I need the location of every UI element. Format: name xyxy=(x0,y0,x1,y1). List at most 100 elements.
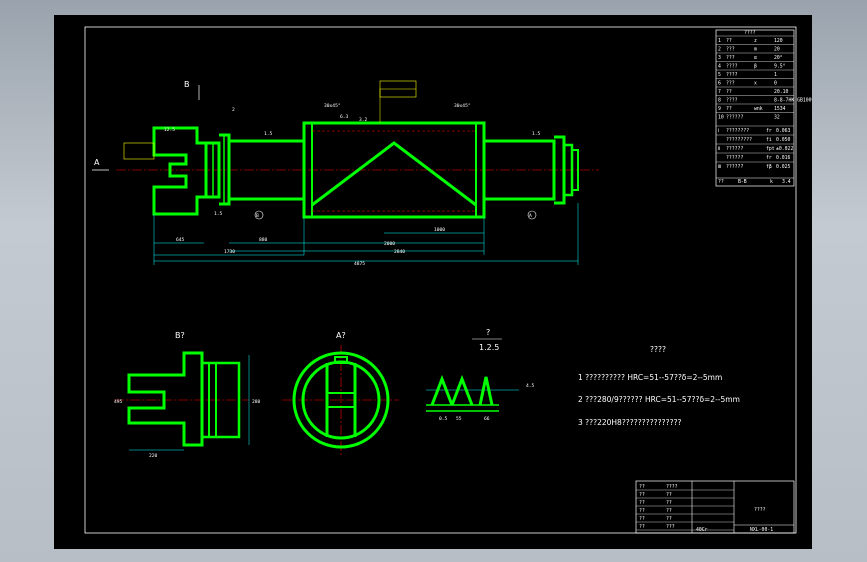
roughness-125: 12.5 xyxy=(164,127,175,133)
title-block-cell: ?? xyxy=(666,508,672,514)
title-block-cell: ??? xyxy=(666,524,675,530)
title-block-cell: ?? xyxy=(639,492,645,498)
title-block-cell: ?? xyxy=(666,516,672,522)
gear-parameter-table: ???? 1?? z 120 2??? m 20 3??? α 20° 4???? β 9.5° 5??… xyxy=(715,29,812,187)
tolerance-cell: Ⅲ xyxy=(718,164,721,170)
roughness-15c: 1.5 xyxy=(214,211,223,217)
tolerance-cell: ???????? xyxy=(726,128,749,134)
title-block-cell: ?? xyxy=(639,508,645,514)
roughness-15a: 1.5 xyxy=(264,131,273,137)
part-name: ???? xyxy=(754,507,766,513)
param-cell: ???? xyxy=(726,72,738,78)
tolerance-cell: ?????? xyxy=(726,164,743,170)
param-cell: 9.5° xyxy=(774,64,786,70)
param-cell: 20.10 xyxy=(774,89,789,95)
dim-2840: 2840 xyxy=(394,249,405,255)
param-cell: 8 xyxy=(718,98,721,104)
tolerance-cell: fr xyxy=(766,128,772,134)
tolerance-cell: ±0.022 xyxy=(776,146,793,152)
param-cell: ?? xyxy=(726,89,732,95)
dim-d2: 55 xyxy=(456,416,462,422)
param-cell: ??? xyxy=(726,47,735,53)
tolerance-cell: fr xyxy=(766,155,772,161)
tolerance-cell: Ⅰ xyxy=(718,128,719,134)
tolerance-cell: ????????? xyxy=(726,137,752,143)
params-foot-3: k xyxy=(770,179,773,185)
title-block-cell: ?? xyxy=(639,500,645,506)
section-a-label: A? xyxy=(336,331,346,340)
main-view: B A B A 2 30x45° 30x45° 6.3 3.2 1.5 1.5 … xyxy=(92,80,599,267)
section-b-view: B? 220 280 495 xyxy=(114,331,261,459)
tolerance-cell: 0.025 xyxy=(776,164,791,170)
coupling-end xyxy=(152,126,208,216)
params-foot-0: ?? xyxy=(718,179,724,185)
material: 40Cr xyxy=(696,527,708,533)
dim-d4: 4.5 xyxy=(526,383,535,389)
params-foot-2: B-B xyxy=(738,179,747,185)
param-cell: 10 xyxy=(718,115,724,121)
param-cell: 20° xyxy=(774,55,783,61)
dim-b1: 220 xyxy=(149,453,158,459)
param-cell: α xyxy=(754,56,757,61)
chamfer-left: 30x45° xyxy=(324,103,341,109)
param-cell: ?? xyxy=(726,106,732,112)
drawing-sheet: B A B A 2 30x45° 30x45° 6.3 3.2 1.5 1.5 … xyxy=(54,15,812,549)
tolerance-cell: ?????? xyxy=(726,146,743,152)
params-foot-4: 3.4 xyxy=(782,179,791,185)
detail-teeth xyxy=(430,374,494,406)
title-block-cell: ?? xyxy=(639,524,645,530)
param-cell: β xyxy=(754,64,757,70)
view-b-arrow-label: B xyxy=(184,80,190,89)
view-a-arrow-label: A xyxy=(94,158,100,167)
param-cell: 9 xyxy=(718,106,721,112)
dim-4875: 4875 xyxy=(354,261,365,267)
title-block-cell: ?? xyxy=(639,484,645,490)
param-cell: 2 xyxy=(718,47,721,53)
tolerance-cell: 0.016 xyxy=(776,155,791,161)
tolerance-cell: ?????? xyxy=(726,155,743,161)
detail-label: ? xyxy=(486,328,490,337)
cad-drawing: B A B A 2 30x45° 30x45° 6.3 3.2 1.5 1.5 … xyxy=(84,26,812,534)
param-cell: ???? xyxy=(726,64,738,70)
dim-b3: 495 xyxy=(114,399,123,405)
tolerance-cell: 0.050 xyxy=(776,137,791,143)
param-cell: 5 xyxy=(718,72,721,78)
param-cell: 4 xyxy=(718,64,721,70)
params-title: ???? xyxy=(744,30,756,36)
title-block-cell: ?? xyxy=(666,492,672,498)
drawing-frame xyxy=(84,26,797,534)
param-cell: ???? xyxy=(726,98,738,104)
datum-a-label: A xyxy=(529,213,532,219)
drawing-number: NXL-00-1 xyxy=(750,527,773,533)
param-cell: 1534 xyxy=(774,106,786,112)
dim-1000: 1000 xyxy=(434,227,445,233)
dim-d1: 0.5 xyxy=(439,416,448,422)
notes-heading: ???? xyxy=(650,345,666,354)
dim-d3: 66 xyxy=(484,416,490,422)
tolerance-cell: fpt xyxy=(766,146,775,152)
tolerance-cell: fβ xyxy=(766,164,772,170)
dim-b2: 280 xyxy=(252,399,261,405)
tolerance-cell: fi xyxy=(766,137,772,143)
dim-1730: 1730 xyxy=(224,249,235,255)
roughness-15b: 1.5 xyxy=(532,131,541,137)
section-b-shape xyxy=(127,351,204,447)
param-cell: 120 xyxy=(774,38,783,44)
param-cell: x xyxy=(754,82,757,87)
param-cell: m xyxy=(754,48,757,53)
param-cell: 6 xyxy=(718,81,721,87)
chamfer-right: 30x45° xyxy=(454,103,471,109)
note-2: 2 ???280/9?????? HRC=51--57??δ=2--5mm xyxy=(578,395,740,404)
dim-880: 880 xyxy=(259,237,268,243)
detail-scale: 1.2.5 xyxy=(479,343,499,352)
param-cell: 7 xyxy=(718,89,721,95)
param-cell: 20 xyxy=(774,47,780,53)
title-block-cell: ?? xyxy=(666,500,672,506)
label-2: 2 xyxy=(232,107,235,113)
dim-2000: 2000 xyxy=(384,241,395,247)
title-block-cell: ???? xyxy=(666,484,678,490)
roll-helix xyxy=(311,141,477,207)
param-cell: z xyxy=(754,39,757,44)
param-cell: 1 xyxy=(774,72,777,78)
param-cell: ?????? xyxy=(726,115,743,121)
